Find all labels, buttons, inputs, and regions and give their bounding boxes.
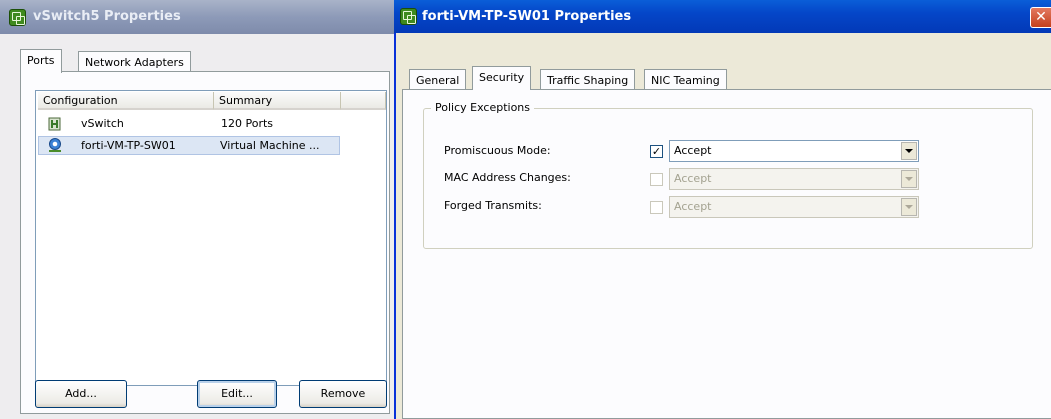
column-header-configuration[interactable]: Configuration	[38, 92, 214, 110]
dropdown-arrow-icon[interactable]	[901, 170, 917, 188]
forged-transmits-select[interactable]: Accept	[669, 196, 919, 218]
mac-address-changes-label: MAC Address Changes:	[444, 171, 571, 184]
promiscuous-mode-select[interactable]: Accept	[669, 140, 919, 162]
vsphere-app-icon	[9, 9, 26, 26]
edit-button[interactable]: Edit...	[197, 380, 277, 408]
row-configuration: vSwitch	[81, 117, 124, 130]
left-window-title: vSwitch5 Properties	[33, 9, 181, 24]
column-header-summary[interactable]: Summary	[214, 92, 341, 110]
row-summary: 120 Ports	[221, 117, 274, 130]
left-window-titlebar[interactable]: vSwitch5 Properties	[0, 0, 396, 34]
mac-address-changes-value: Accept	[674, 172, 712, 185]
promiscuous-mode-value: Accept	[674, 144, 712, 157]
tab-traffic-shaping[interactable]: Traffic Shaping	[540, 69, 636, 91]
vswitch-icon	[48, 117, 61, 131]
list-item-vswitch[interactable]: vSwitch 120 Ports	[38, 114, 340, 133]
tab-general[interactable]: General	[409, 69, 467, 91]
promiscuous-mode-checkbox[interactable]: ✓	[650, 145, 663, 158]
right-window-title: forti-VM-TP-SW01 Properties	[422, 9, 632, 24]
dropdown-arrow-icon[interactable]	[901, 142, 917, 160]
forged-transmits-checkbox[interactable]	[650, 201, 663, 214]
vsphere-app-icon	[400, 8, 417, 25]
promiscuous-mode-label: Promiscuous Mode:	[444, 144, 551, 157]
ports-list[interactable]: Configuration Summary vSwitch 120 Ports …	[35, 90, 387, 386]
list-item-forti-vm[interactable]: forti-VM-TP-SW01 Virtual Machine ...	[38, 136, 340, 155]
row-configuration: forti-VM-TP-SW01	[81, 139, 176, 152]
tab-security[interactable]: Security	[472, 66, 532, 90]
virtual-machine-portgroup-icon	[48, 138, 62, 153]
policy-exceptions-title: Policy Exceptions	[431, 101, 535, 115]
remove-button[interactable]: Remove	[299, 380, 387, 408]
tab-nic-teaming[interactable]: NIC Teaming	[644, 69, 727, 91]
mac-address-changes-checkbox[interactable]	[650, 173, 663, 186]
column-header-filler	[341, 92, 386, 110]
close-icon[interactable]: ✕	[1030, 7, 1051, 28]
forged-transmits-label: Forged Transmits:	[444, 199, 542, 212]
forged-transmits-value: Accept	[674, 200, 712, 213]
row-summary: Virtual Machine ...	[220, 139, 320, 152]
mac-address-changes-select[interactable]: Accept	[669, 168, 919, 190]
tab-network-adapters[interactable]: Network Adapters	[78, 51, 191, 73]
add-button[interactable]: Add...	[35, 380, 127, 408]
right-window-titlebar[interactable]: forti-VM-TP-SW01 Properties	[394, 0, 1051, 33]
tab-ports[interactable]: Ports	[20, 49, 62, 73]
dropdown-arrow-icon[interactable]	[901, 198, 917, 216]
